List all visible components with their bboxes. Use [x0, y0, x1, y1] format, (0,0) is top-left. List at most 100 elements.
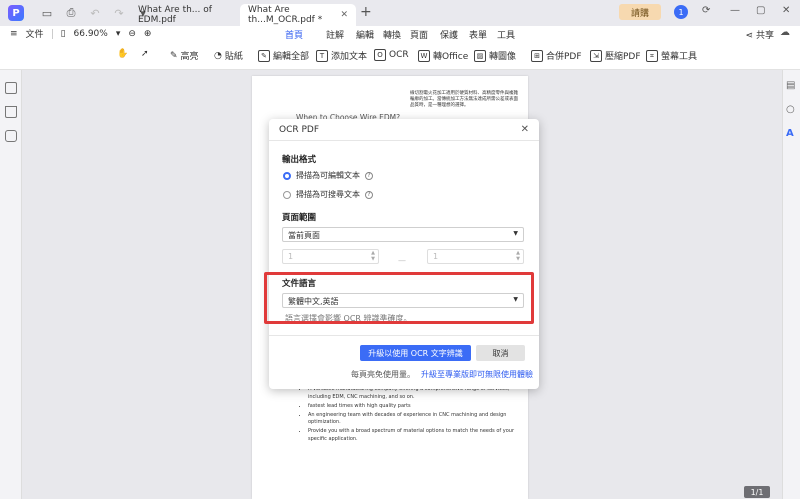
- print-icon[interactable]: ⎙: [62, 4, 80, 22]
- zoom-level[interactable]: 66.90%: [74, 29, 108, 39]
- hamburger-icon[interactable]: ≡: [10, 29, 18, 39]
- sticker-tool[interactable]: ◔ 貼紙: [214, 49, 243, 63]
- page-range-label: 頁面範圍: [282, 213, 317, 223]
- properties-icon[interactable]: ▤: [786, 80, 795, 91]
- hand-tool-icon[interactable]: ✋: [117, 49, 128, 59]
- page-view-icon[interactable]: ▯: [61, 29, 66, 39]
- tool-label: 螢幕工具: [661, 52, 698, 62]
- zoom-out-icon[interactable]: ⊖: [128, 29, 136, 39]
- menu-home[interactable]: 首頁: [285, 28, 304, 43]
- chevron-down-icon: ▼: [513, 230, 518, 237]
- screenshot-icon: ⌗: [646, 49, 658, 62]
- radio-label: 掃描為可搜尋文本: [296, 190, 360, 199]
- cancel-button[interactable]: 取消: [476, 345, 525, 361]
- stepper-arrows-icon[interactable]: ▲ ▼: [516, 250, 520, 262]
- radio-searchable[interactable]: 掃描為可搜尋文本 ?: [283, 189, 373, 200]
- toolbar: ✋ ➚ ✎ 高亮 ◔ 貼紙 ✎ 編輯全部 T 添加文本 O OCR W 轉Office ▨ 轉…: [0, 42, 800, 70]
- merge-pdf-tool[interactable]: ⊞ 合併PDF: [531, 49, 582, 62]
- upgrade-ocr-button[interactable]: 升級以使用 OCR 文字辨識: [360, 345, 471, 361]
- menu-protect[interactable]: 保護: [440, 28, 458, 41]
- menu-form[interactable]: 表單: [469, 28, 487, 41]
- share-button[interactable]: ⋖ 共享: [746, 28, 774, 41]
- minimize-icon[interactable]: —: [730, 5, 740, 16]
- ai-assistant-icon[interactable]: A: [786, 128, 794, 139]
- menu-tools[interactable]: 工具: [497, 28, 515, 41]
- ocr-dialog: OCR PDF ✕ 輸出格式 掃描為可編輯文本 ? 掃描為可搜尋文本 ? 頁面範…: [269, 119, 539, 389]
- dialog-title: OCR PDF: [279, 124, 320, 135]
- bookmark-icon[interactable]: [5, 106, 17, 118]
- search-icon[interactable]: ○: [786, 104, 795, 115]
- from-page-stepper[interactable]: 1 ▲ ▼: [282, 249, 379, 264]
- close-tab-icon[interactable]: ✕: [340, 10, 348, 20]
- edit-all-tool[interactable]: ✎ 編輯全部: [258, 49, 309, 62]
- stepper-value: 1: [288, 252, 294, 261]
- tool-label: 高亮: [180, 52, 199, 62]
- app-logo-icon[interactable]: P: [8, 5, 24, 21]
- screen-tool[interactable]: ⌗ 螢幕工具: [646, 49, 697, 62]
- menu-comment[interactable]: 註解: [326, 28, 344, 41]
- left-sidebar: [0, 70, 22, 499]
- file-menu[interactable]: 文件: [26, 27, 44, 40]
- login-button[interactable]: 請購: [619, 4, 661, 20]
- highlight-icon: ✎: [170, 50, 178, 61]
- menu-convert[interactable]: 轉換: [383, 28, 401, 41]
- cloud-icon[interactable]: ☁: [780, 27, 790, 38]
- tool-label: OCR: [389, 50, 409, 60]
- page-indicator: 1/1: [744, 486, 770, 498]
- stepper-value: 1: [433, 252, 439, 261]
- to-page-stepper[interactable]: 1 ▲ ▼: [427, 249, 524, 264]
- sticker-icon: ◔: [214, 50, 222, 61]
- share-label: 共享: [755, 31, 774, 41]
- to-office-tool[interactable]: W 轉Office: [418, 49, 468, 62]
- ocr-tool[interactable]: O OCR: [374, 49, 409, 61]
- divider: [51, 28, 53, 39]
- menu-page[interactable]: 頁面: [410, 28, 428, 41]
- to-image-tool[interactable]: ▨ 轉圖像: [474, 49, 516, 62]
- compress-pdf-tool[interactable]: ⇲ 壓縮PDF: [590, 49, 641, 62]
- ocr-icon: O: [374, 49, 386, 61]
- zoom-in-icon[interactable]: ⊕: [144, 29, 152, 39]
- list-item: fastest lead times with high quality par…: [308, 403, 518, 411]
- list-item: An engineering team with decades of expe…: [308, 412, 518, 427]
- highlight-tool[interactable]: ✎ 高亮: [170, 49, 199, 63]
- menu-edit[interactable]: 編輯: [356, 28, 374, 41]
- range-separator: —: [398, 256, 406, 265]
- new-tab-icon[interactable]: +: [360, 4, 372, 20]
- radio-editable[interactable]: 掃描為可編輯文本 ?: [283, 170, 373, 181]
- tab-edm-pdf[interactable]: What Are th... of EDM.pdf: [130, 4, 232, 26]
- maximize-icon[interactable]: ▢: [756, 5, 765, 16]
- sync-icon[interactable]: ⟳: [702, 5, 710, 16]
- zoom-dropdown-icon[interactable]: ▾: [116, 29, 121, 39]
- help-icon[interactable]: ?: [365, 171, 373, 180]
- tool-label: 轉圖像: [489, 52, 517, 62]
- upgrade-link[interactable]: 升級至專業版即可無限使用體驗: [421, 369, 533, 380]
- list-item: Provide you with a broad spectrum of mat…: [308, 428, 518, 443]
- office-icon: W: [418, 49, 430, 62]
- output-format-label: 輸出格式: [282, 155, 317, 165]
- stepper-arrows-icon[interactable]: ▲ ▼: [371, 250, 375, 262]
- title-bar: P ▭ ⎙ ↶ ↷ ▾ What Are th... of EDM.pdf Wh…: [0, 0, 800, 26]
- document-paragraph: 線切割電火花加工適用於硬質材料、高精度零件與複雜輪廓的加工。當傳統加工方法無法達…: [410, 91, 518, 108]
- add-text-tool[interactable]: T 添加文本: [316, 49, 367, 62]
- comment-icon[interactable]: [5, 130, 17, 142]
- tool-label: 添加文本: [331, 52, 368, 62]
- radio-selected-icon[interactable]: [283, 171, 291, 180]
- tool-label: 貼紙: [224, 52, 243, 62]
- close-icon[interactable]: ✕: [521, 124, 529, 135]
- avatar[interactable]: 1: [674, 5, 688, 19]
- tool-label: 編輯全部: [273, 52, 310, 62]
- thumbnail-icon[interactable]: [5, 82, 17, 94]
- radio-unselected-icon[interactable]: [283, 190, 291, 199]
- page-range-select[interactable]: 當前頁面 ▼: [282, 227, 524, 242]
- dialog-header: OCR PDF ✕: [269, 119, 539, 141]
- text-icon: T: [316, 49, 328, 62]
- help-icon[interactable]: ?: [365, 190, 373, 199]
- edit-icon: ✎: [258, 49, 270, 62]
- tab-ocr-pdf[interactable]: What Are th...M_OCR.pdf * ✕: [240, 4, 356, 26]
- save-icon[interactable]: ▭: [38, 4, 56, 22]
- redo-icon[interactable]: ↷: [110, 4, 128, 22]
- undo-icon[interactable]: ↶: [86, 4, 104, 22]
- select-tool-icon[interactable]: ➚: [141, 49, 149, 59]
- close-window-icon[interactable]: ✕: [782, 5, 790, 16]
- tab-label: What Are th... of EDM.pdf: [138, 5, 212, 25]
